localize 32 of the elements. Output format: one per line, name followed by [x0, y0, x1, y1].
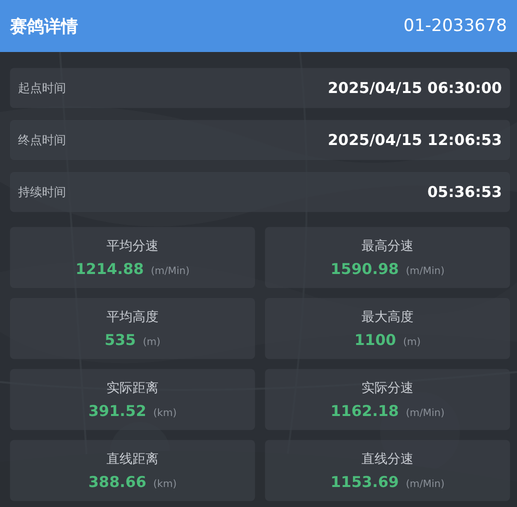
- stat-unit: (m/Min): [150, 266, 190, 277]
- stat-label: 最大高度: [362, 309, 414, 326]
- stat-label: 平均高度: [106, 309, 158, 326]
- stat-label: 实际距离: [106, 380, 158, 397]
- stat-value: 535: [104, 331, 136, 349]
- ring-number: 01-2033678: [404, 16, 507, 36]
- stat-value: 1153.69: [330, 473, 399, 491]
- stat-label: 直线距离: [106, 451, 158, 468]
- stat-label: 最高分速: [362, 238, 414, 255]
- stat-unit: (m): [142, 337, 160, 348]
- page-title: 赛鸽详情: [10, 16, 78, 38]
- stat-unit: (m/Min): [406, 479, 444, 490]
- stat-value: 388.66: [88, 473, 146, 491]
- stat-value: 1162.18: [330, 402, 399, 420]
- stat-unit: (m/Min): [406, 408, 444, 419]
- stat-value: 1100: [354, 331, 396, 349]
- row-value: 2025/04/15 06:30:00: [328, 79, 502, 97]
- stat-unit: (m/Min): [406, 266, 444, 277]
- stat-label: 实际分速: [362, 380, 414, 397]
- stat-value: 1214.88: [76, 260, 144, 278]
- row-value: 2025/04/15 12:06:53: [328, 131, 502, 149]
- stat-unit: (km): [153, 479, 177, 490]
- row-label: 持续时间: [18, 184, 66, 200]
- stat-value: 391.52: [88, 402, 146, 420]
- row-label: 终点时间: [18, 132, 66, 148]
- stat-value: 1590.98: [330, 260, 399, 278]
- stat-unit: (km): [153, 408, 177, 419]
- stat-label: 平均分速: [106, 238, 158, 255]
- row-label: 起点时间: [18, 80, 66, 96]
- stat-unit: (m): [403, 337, 421, 348]
- row-value: 05:36:53: [427, 183, 502, 201]
- stat-label: 直线分速: [362, 451, 414, 468]
